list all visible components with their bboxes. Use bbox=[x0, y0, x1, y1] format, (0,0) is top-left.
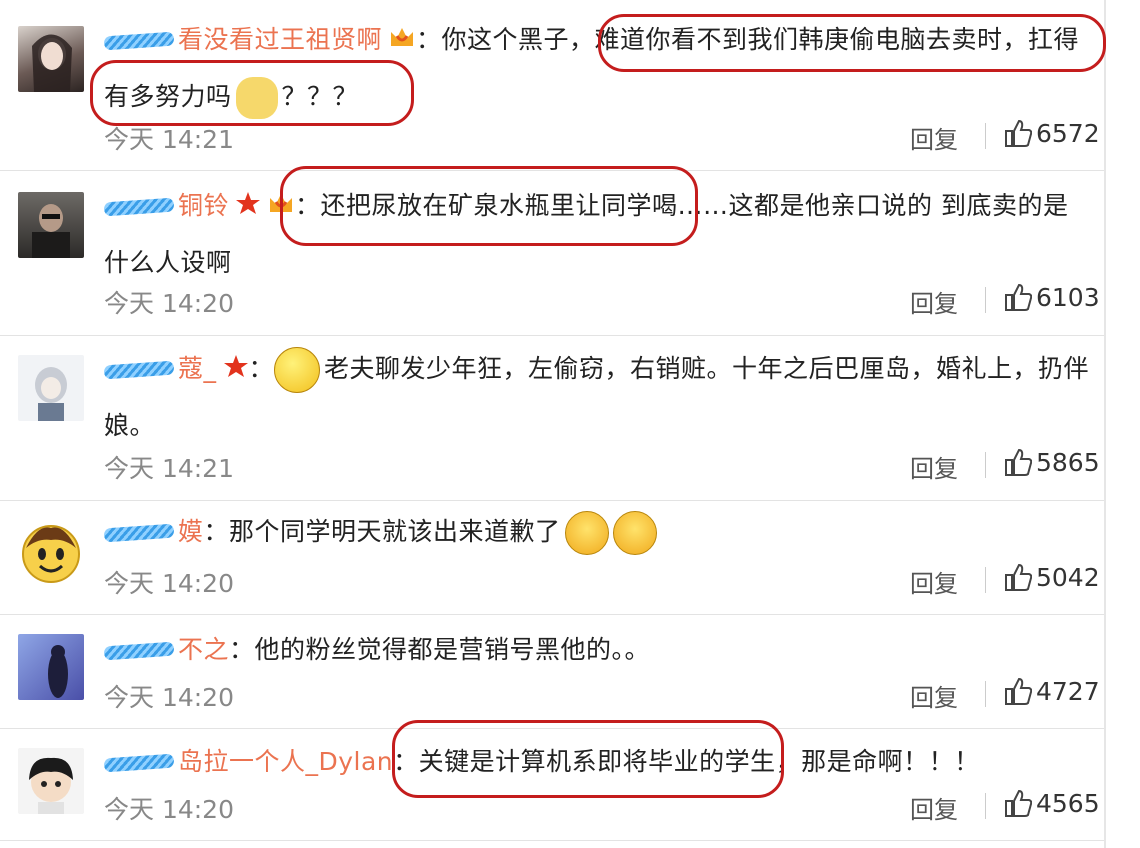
reply-button[interactable]: 回复 bbox=[910, 564, 958, 599]
like-button[interactable]: 6103 bbox=[1004, 282, 1100, 312]
reply-button[interactable]: 回复 bbox=[910, 120, 958, 155]
doge-emoji-icon bbox=[235, 76, 278, 119]
thumbs-up-icon bbox=[1005, 789, 1032, 817]
avatar-silhouette-image bbox=[48, 645, 68, 698]
username-link[interactable]: 铜铃 bbox=[178, 191, 229, 220]
divider bbox=[985, 681, 986, 707]
laugh-emoji-icon bbox=[564, 511, 609, 555]
redacted-scribble bbox=[103, 641, 175, 661]
comment-time: 今天 14:20 bbox=[104, 795, 234, 824]
username-link[interactable]: 看没看过王祖贤啊 bbox=[178, 25, 382, 54]
comment-suffix: ？？？ bbox=[281, 81, 359, 111]
like-count: 5042 bbox=[1036, 562, 1100, 592]
avatar[interactable] bbox=[18, 192, 84, 258]
username-link[interactable]: 嫫 bbox=[178, 517, 204, 546]
reply-button[interactable]: 回复 bbox=[910, 678, 958, 713]
username-link[interactable]: 岛拉一个人_Dylan bbox=[178, 747, 393, 776]
comment-text: ：他的粉丝觉得都是营销号黑他的。。 bbox=[229, 635, 651, 664]
redacted-scribble bbox=[103, 523, 175, 543]
redacted-scribble bbox=[103, 197, 175, 217]
avatar[interactable] bbox=[18, 518, 84, 584]
avatar[interactable] bbox=[18, 748, 84, 814]
crown-icon bbox=[388, 14, 416, 69]
star-icon bbox=[235, 180, 261, 235]
divider bbox=[985, 452, 986, 478]
thumbs-up-icon bbox=[1005, 119, 1032, 147]
like-count: 6572 bbox=[1036, 118, 1100, 148]
comment-body: 岛拉一个人_Dylan：关键是计算机系即将毕业的学生，那是命啊！！！ bbox=[103, 734, 1090, 789]
like-count: 5865 bbox=[1036, 447, 1100, 477]
comment-text: ：关键是计算机系即将毕业的学生，那是命啊！！！ bbox=[393, 747, 980, 776]
comment-time: 今天 14:21 bbox=[104, 125, 234, 154]
like-button[interactable]: 4565 bbox=[1004, 788, 1100, 818]
comment-body: 蔻_：老夫聊发少年狂，左偷窃，右销赃。十年之后巴厘岛，婚礼上，扔伴娘。 bbox=[103, 341, 1090, 453]
comment-time: 今天 14:20 bbox=[104, 683, 234, 712]
username-link[interactable]: 蔻_ bbox=[178, 354, 217, 383]
comment-item: 看没看过王祖贤啊 ：你这个黑子，难道你看不到我们韩庚偷电脑去卖时，扛得有多努力吗？… bbox=[0, 0, 1106, 171]
thumbs-up-icon bbox=[1005, 283, 1032, 311]
like-button[interactable]: 5042 bbox=[1004, 562, 1100, 592]
divider bbox=[985, 793, 986, 819]
comment-time: 今天 14:21 bbox=[104, 454, 234, 483]
comment-body: 嫫：那个同学明天就该出来道歉了 bbox=[103, 504, 1090, 559]
thumbs-up-icon bbox=[1005, 677, 1032, 705]
reply-button[interactable]: 回复 bbox=[910, 790, 958, 825]
comment-body: 看没看过王祖贤啊 ：你这个黑子，难道你看不到我们韩庚偷电脑去卖时，扛得有多努力吗？… bbox=[103, 12, 1090, 124]
reply-button[interactable]: 回复 bbox=[910, 284, 958, 319]
like-button[interactable]: 5865 bbox=[1004, 447, 1100, 477]
comment-time: 今天 14:20 bbox=[104, 569, 234, 598]
comment-text: ：那个同学明天就该出来道歉了 bbox=[203, 517, 561, 546]
comment-body: 不之：他的粉丝觉得都是营销号黑他的。。 bbox=[103, 622, 1090, 677]
redacted-scribble bbox=[103, 753, 175, 773]
divider bbox=[985, 567, 986, 593]
reply-button[interactable]: 回复 bbox=[910, 449, 958, 484]
thumbs-up-icon bbox=[1005, 448, 1032, 476]
comment-item: 岛拉一个人_Dylan：关键是计算机系即将毕业的学生，那是命啊！！！ 今天 14… bbox=[0, 720, 1104, 841]
like-count: 6103 bbox=[1036, 282, 1100, 312]
thumbs-up-icon bbox=[1005, 563, 1032, 591]
avatar-cartoon-face-image bbox=[22, 525, 80, 583]
crown-icon bbox=[267, 180, 295, 235]
divider bbox=[985, 287, 986, 313]
smile-emoji-icon bbox=[274, 347, 321, 393]
like-count: 4565 bbox=[1036, 788, 1100, 818]
comment-list: 看没看过王祖贤啊 ：你这个黑子，难道你看不到我们韩庚偷电脑去卖时，扛得有多努力吗？… bbox=[0, 0, 1106, 848]
colon-separator: ： bbox=[248, 354, 275, 383]
like-button[interactable]: 6572 bbox=[1004, 118, 1100, 148]
comment-time: 今天 14:20 bbox=[104, 289, 234, 318]
like-button[interactable]: 4727 bbox=[1004, 676, 1100, 706]
comment-item: 蔻_：老夫聊发少年狂，左偷窃，右销赃。十年之后巴厘岛，婚礼上，扔伴娘。 今天 1… bbox=[0, 335, 1104, 501]
redacted-scribble bbox=[103, 360, 175, 380]
avatar[interactable] bbox=[18, 634, 84, 700]
comment-item: 嫫：那个同学明天就该出来道歉了 今天 14:20 回复 5042 bbox=[0, 500, 1104, 615]
username-link[interactable]: 不之 bbox=[178, 635, 229, 664]
avatar-portrait-image bbox=[32, 204, 70, 258]
redacted-scribble bbox=[103, 31, 175, 51]
comment-body: 铜铃 ：还把尿放在矿泉水瓶里让同学喝……这都是他亲口说的 到底卖的是什么人设啊 bbox=[103, 178, 1090, 290]
comment-item: 不之：他的粉丝觉得都是营销号黑他的。。 今天 14:20 回复 4727 bbox=[0, 614, 1104, 729]
avatar-cartoon-boy-image bbox=[29, 757, 73, 814]
avatar-anime-image bbox=[35, 367, 67, 421]
laugh-emoji-icon bbox=[612, 511, 657, 555]
avatar-portrait-image bbox=[32, 34, 72, 92]
divider bbox=[985, 123, 986, 149]
avatar[interactable] bbox=[18, 355, 84, 421]
avatar[interactable] bbox=[18, 26, 84, 92]
comment-item: 铜铃 ：还把尿放在矿泉水瓶里让同学喝……这都是他亲口说的 到底卖的是什么人设啊 今… bbox=[0, 166, 1104, 336]
like-count: 4727 bbox=[1036, 676, 1100, 706]
star-icon bbox=[223, 343, 249, 398]
